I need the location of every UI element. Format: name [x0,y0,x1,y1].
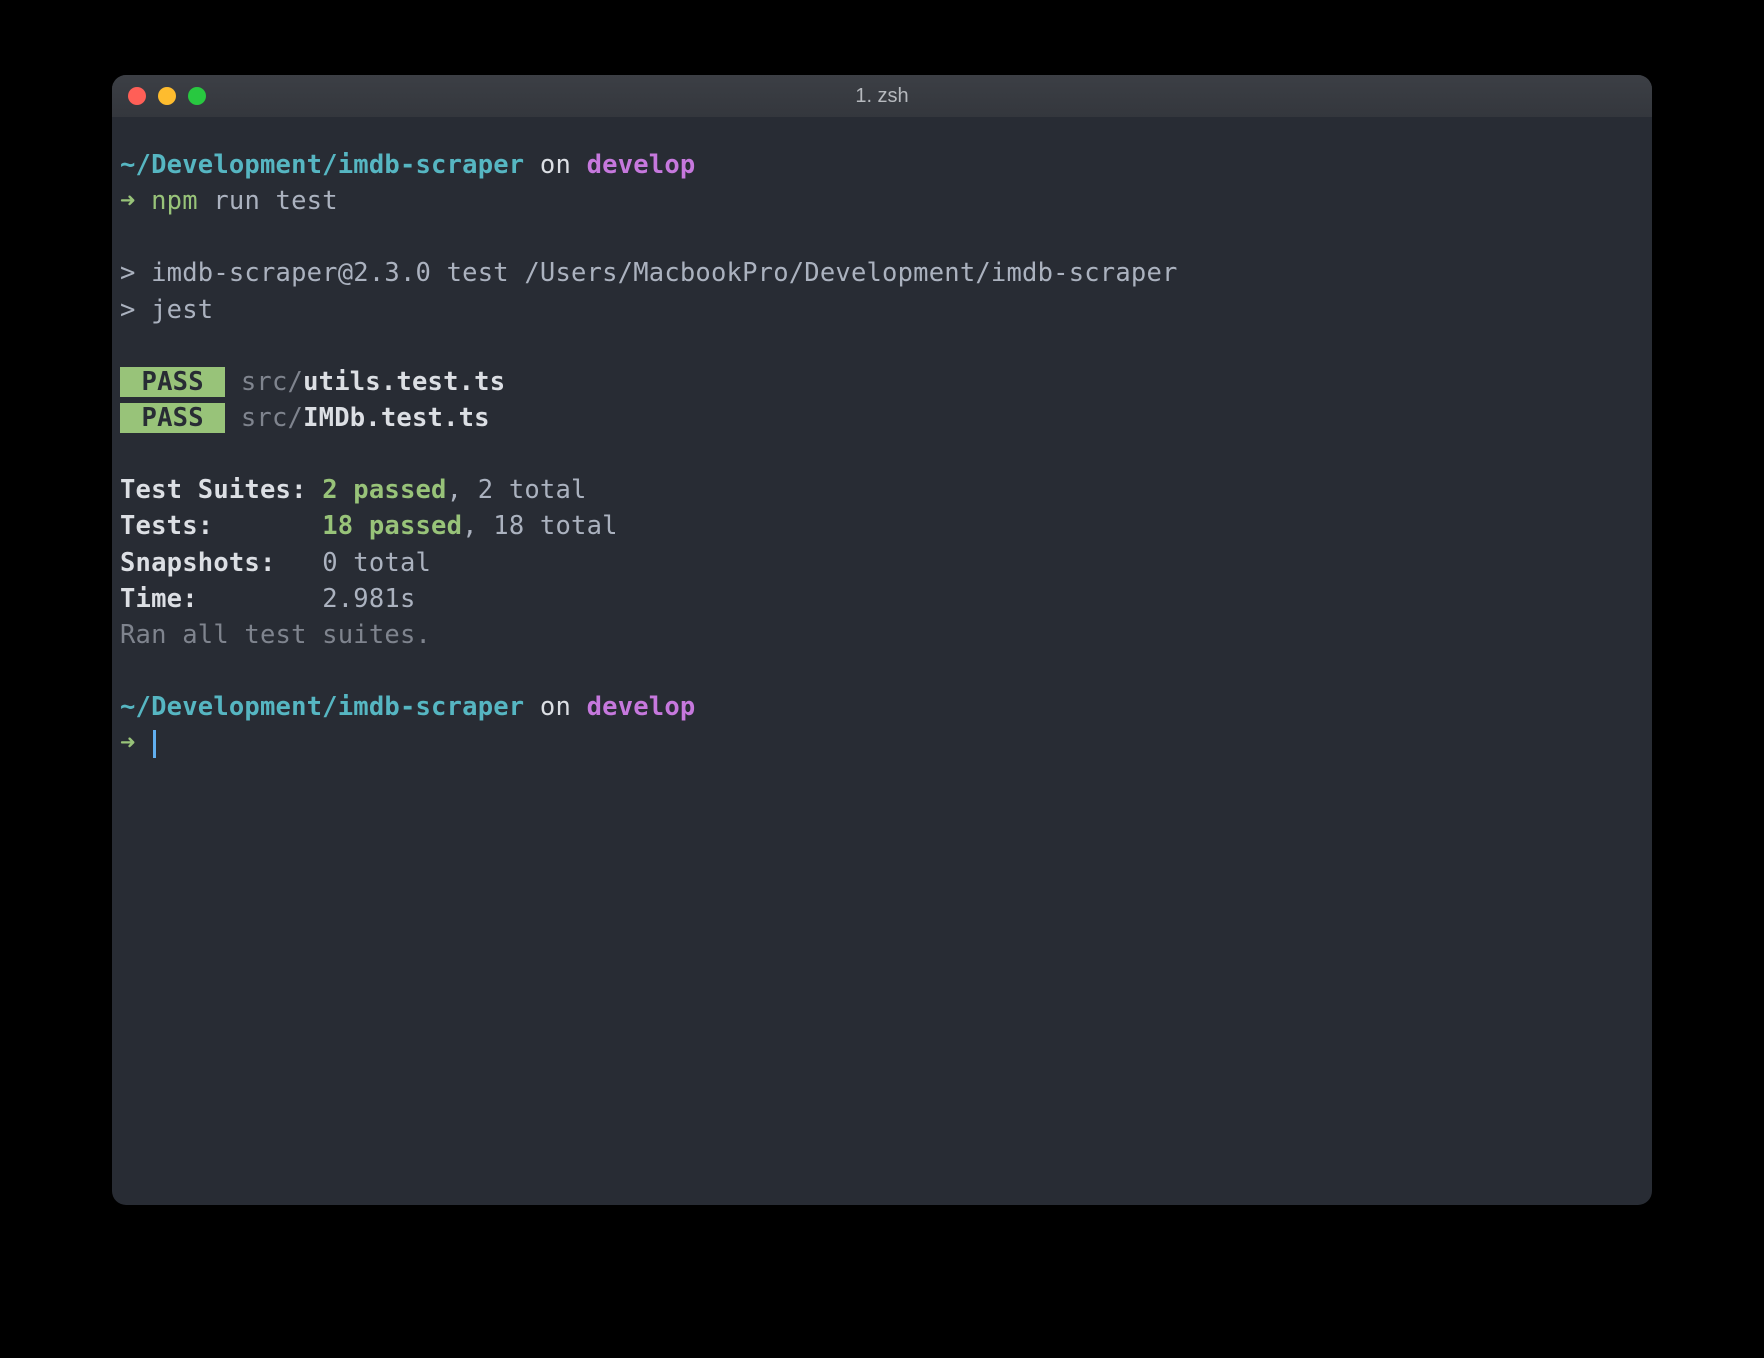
blank-line [120,653,1644,689]
prompt-arrow-icon: ➜ [120,186,151,216]
window-titlebar[interactable]: 1. zsh [112,75,1652,117]
summary-time: Time: 2.981s [120,581,1644,617]
prompt-path: ~/Development/imdb-scraper [120,150,524,180]
minimize-icon[interactable] [158,87,176,105]
summary-suites: Test Suites: 2 passed, 2 total [120,472,1644,508]
command-line: ➜ npm run test [120,183,1644,219]
test-path-prefix: src/ [225,403,303,433]
summary-total: , 18 total [462,511,618,541]
terminal-window: 1. zsh ~/Development/imdb-scraper on dev… [112,75,1652,1205]
summary-tests: Tests: 18 passed, 18 total [120,508,1644,544]
prompt-line: ~/Development/imdb-scraper on develop [120,147,1644,183]
summary-value: 0 total [322,548,431,578]
test-file: utils.test.ts [303,367,505,397]
prompt-on: on [524,150,586,180]
command-name: npm [151,186,198,216]
prompt-line: ~/Development/imdb-scraper on develop [120,689,1644,725]
cursor-icon [153,730,156,758]
summary-snapshots: Snapshots: 0 total [120,545,1644,581]
prompt-branch: develop [587,150,696,180]
prompt-input-line[interactable]: ➜ [120,725,1644,761]
terminal-content[interactable]: ~/Development/imdb-scraper on develop ➜ … [112,117,1652,770]
blank-line [120,328,1644,364]
prompt-on: on [524,692,586,722]
summary-ran-all: Ran all test suites. [120,617,1644,653]
test-file: IMDb.test.ts [303,403,490,433]
summary-label: Time: [120,584,322,614]
test-result-row: PASS src/utils.test.ts [120,364,1644,400]
pass-badge: PASS [120,367,225,397]
npm-output-line: > jest [120,292,1644,328]
prompt-path: ~/Development/imdb-scraper [120,692,524,722]
prompt-branch: develop [587,692,696,722]
blank-line [120,436,1644,472]
close-icon[interactable] [128,87,146,105]
npm-output-line: > imdb-scraper@2.3.0 test /Users/Macbook… [120,255,1644,291]
summary-passed: 2 passed [322,475,446,505]
prompt-arrow-icon: ➜ [120,728,151,758]
maximize-icon[interactable] [188,87,206,105]
traffic-lights [128,87,206,105]
window-title: 1. zsh [855,85,908,108]
command-args: run test [198,186,338,216]
test-result-row: PASS src/IMDb.test.ts [120,400,1644,436]
pass-badge: PASS [120,403,225,433]
summary-value: 2.981s [322,584,415,614]
blank-line [120,219,1644,255]
summary-passed: 18 passed [322,511,462,541]
summary-label: Test Suites: [120,475,322,505]
summary-total: , 2 total [447,475,587,505]
summary-label: Tests: [120,511,322,541]
test-path-prefix: src/ [225,367,303,397]
summary-label: Snapshots: [120,548,322,578]
